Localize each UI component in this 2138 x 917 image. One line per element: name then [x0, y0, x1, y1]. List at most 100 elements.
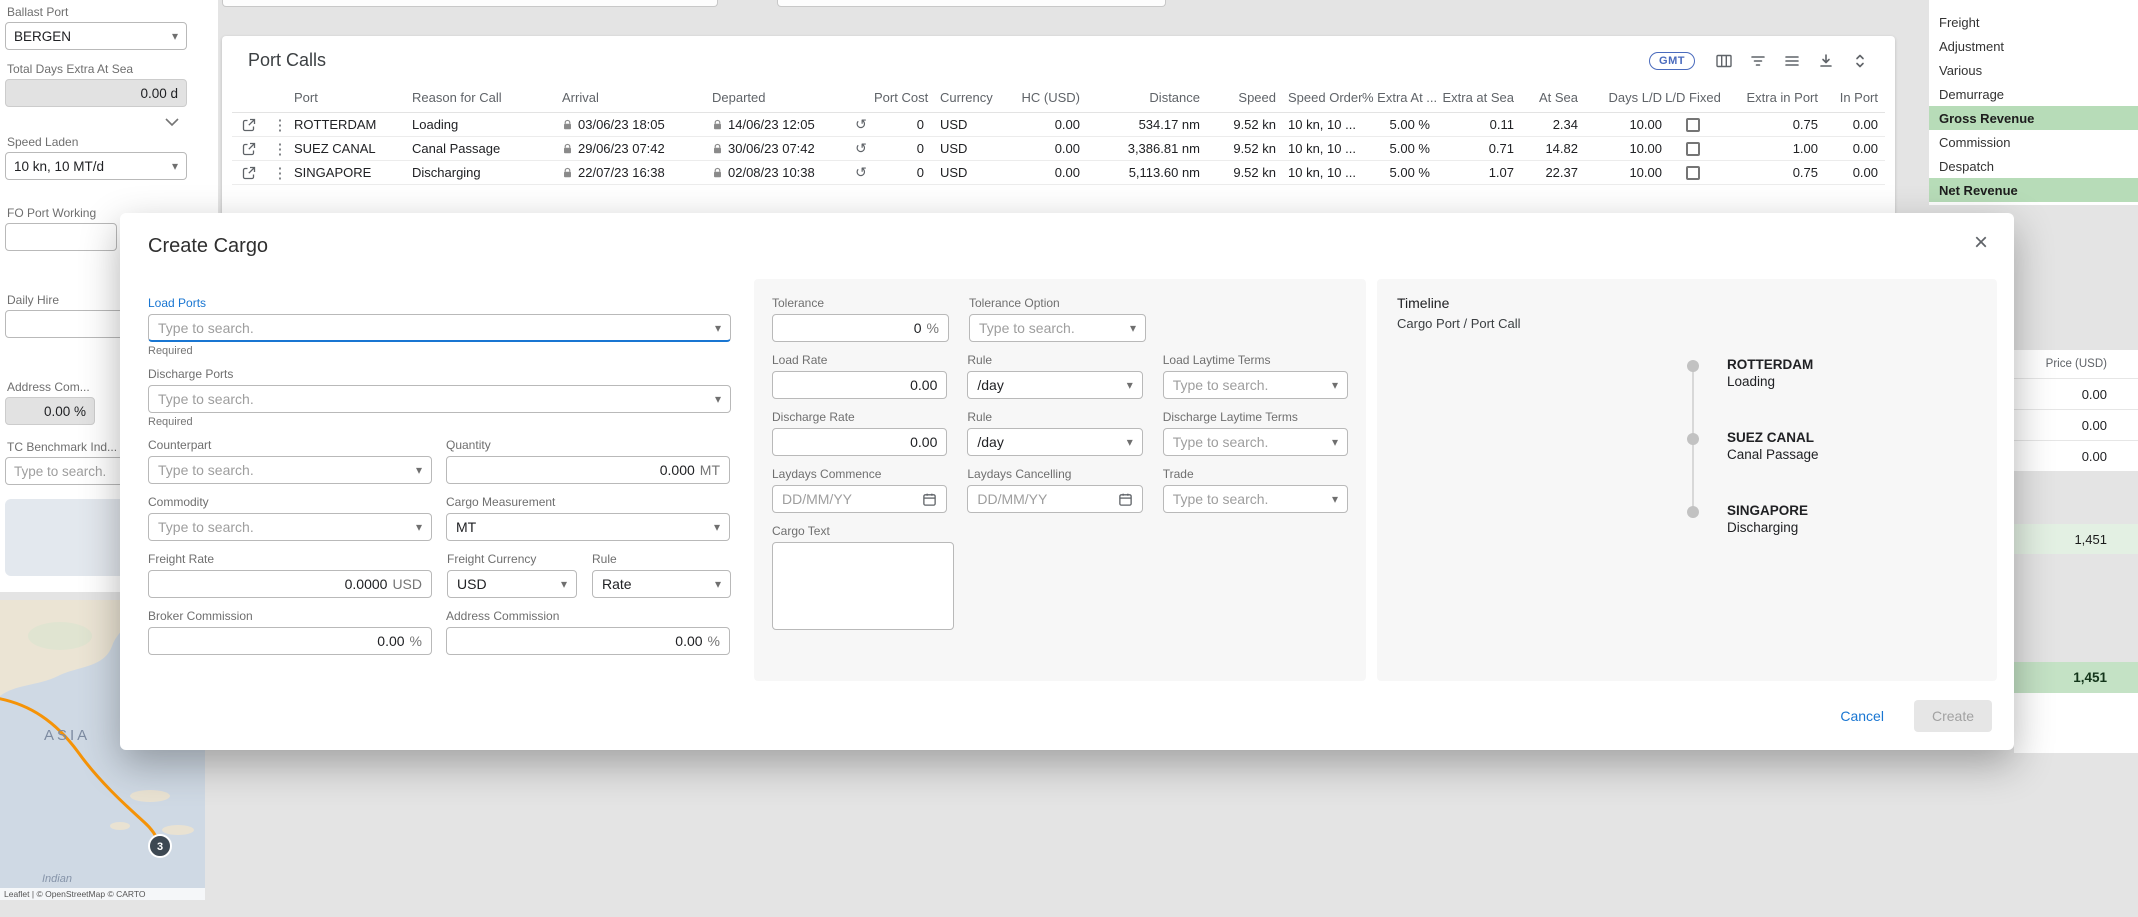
hc-cell[interactable]: 0.00 — [1004, 117, 1080, 132]
close-icon[interactable]: × — [1974, 231, 1988, 255]
col-hc[interactable]: HC (USD) — [1004, 90, 1080, 105]
calendar-icon[interactable] — [1118, 492, 1133, 507]
col-distance[interactable]: Distance — [1080, 90, 1200, 105]
row-menu-icon[interactable]: ⋮ — [266, 164, 294, 182]
revenue-list-item[interactable]: Freight — [1929, 10, 2138, 34]
speed-laden-select[interactable]: 10 kn, 10 MT/d ▾ — [5, 152, 187, 180]
ballast-port-select[interactable]: BERGEN ▾ — [5, 22, 187, 50]
table-row[interactable]: ⋮ ROTTERDAM Loading 03/06/23 18:05 14/06… — [232, 113, 1885, 137]
pct-extra-cell[interactable]: 5.00 % — [1362, 141, 1430, 156]
load-laytime-input[interactable]: Type to search. ▾ — [1163, 371, 1348, 399]
ld-fixed-checkbox[interactable] — [1686, 118, 1700, 132]
freight-rate-input[interactable]: 0.0000 USD — [148, 570, 432, 598]
departed-cell[interactable]: 14/06/23 12:05 — [712, 117, 848, 132]
pct-extra-cell[interactable]: 5.00 % — [1362, 117, 1430, 132]
port-cost-cell[interactable]: 0 — [874, 165, 924, 180]
row-menu-icon[interactable]: ⋮ — [266, 140, 294, 158]
ld-fixed-cell[interactable] — [1662, 118, 1724, 132]
ld-fixed-checkbox[interactable] — [1686, 166, 1700, 180]
days-ld-cell[interactable]: 10.00 — [1578, 165, 1662, 180]
history-icon[interactable]: ↺ — [848, 140, 874, 157]
freight-rule-select[interactable]: Rate ▾ — [592, 570, 731, 598]
col-pct-extra[interactable]: % Extra At ... — [1362, 90, 1430, 105]
col-reason[interactable]: Reason for Call — [412, 90, 562, 105]
days-ld-cell[interactable]: 10.00 — [1578, 117, 1662, 132]
pct-extra-cell[interactable]: 5.00 % — [1362, 165, 1430, 180]
cancel-button[interactable]: Cancel — [1840, 708, 1884, 724]
history-icon[interactable]: ↺ — [848, 164, 874, 181]
currency-cell[interactable]: USD — [924, 165, 1004, 180]
cargo-measurement-select[interactable]: MT ▾ — [446, 513, 730, 541]
speed-order-cell[interactable]: 10 kn, 10 ... — [1276, 117, 1362, 132]
open-row-icon[interactable] — [232, 118, 266, 132]
collapse-chevron-icon[interactable] — [165, 115, 179, 129]
departed-cell[interactable]: 30/06/23 07:42 — [712, 141, 848, 156]
price-cell[interactable]: 0.00 — [2014, 409, 2138, 440]
arrival-cell[interactable]: 03/06/23 18:05 — [562, 117, 712, 132]
col-currency[interactable]: Currency — [924, 90, 1004, 105]
col-at-sea[interactable]: At Sea — [1514, 90, 1578, 105]
row-menu-icon[interactable]: ⋮ — [266, 116, 294, 134]
table-row[interactable]: ⋮ SUEZ CANAL Canal Passage 29/06/23 07:4… — [232, 137, 1885, 161]
commodity-input[interactable]: Type to search. ▾ — [148, 513, 432, 541]
open-row-icon[interactable] — [232, 142, 266, 156]
port-cost-cell[interactable]: 0 — [874, 141, 924, 156]
table-row[interactable]: ⋮ SINGAPORE Discharging 22/07/23 16:38 0… — [232, 161, 1885, 185]
calendar-icon[interactable] — [922, 492, 937, 507]
load-ports-input[interactable]: Type to search. ▾ — [148, 314, 731, 342]
arrival-cell[interactable]: 22/07/23 16:38 — [562, 165, 712, 180]
col-speed[interactable]: Speed — [1200, 90, 1276, 105]
address-commission-input[interactable]: 0.00 % — [446, 627, 730, 655]
tolerance-option-input[interactable]: Type to search. ▾ — [969, 314, 1146, 342]
extra-in-port-cell[interactable]: 0.75 — [1724, 165, 1818, 180]
currency-cell[interactable]: USD — [924, 141, 1004, 156]
revenue-list-item[interactable]: Gross Revenue — [1929, 106, 2138, 130]
open-row-icon[interactable] — [232, 166, 266, 180]
col-in-port[interactable]: In Port — [1818, 90, 1878, 105]
price-cell[interactable]: 0.00 — [2014, 378, 2138, 409]
days-ld-cell[interactable]: 10.00 — [1578, 141, 1662, 156]
freight-currency-select[interactable]: USD ▾ — [447, 570, 577, 598]
counterpart-input[interactable]: Type to search. ▾ — [148, 456, 432, 484]
ld-fixed-cell[interactable] — [1662, 166, 1724, 180]
col-speed-order[interactable]: Speed Order — [1276, 90, 1362, 105]
price-cell[interactable]: 0.00 — [2014, 440, 2138, 471]
revenue-list-item[interactable]: Adjustment — [1929, 34, 2138, 58]
col-days-ld[interactable]: Days L/D — [1578, 90, 1662, 105]
arrival-cell[interactable]: 29/06/23 07:42 — [562, 141, 712, 156]
cargo-text-textarea[interactable] — [772, 542, 954, 630]
rows-icon[interactable] — [1783, 52, 1801, 70]
discharge-ports-input[interactable]: Type to search. ▾ — [148, 385, 731, 413]
col-departed[interactable]: Departed — [712, 90, 848, 105]
unfold-icon[interactable] — [1851, 52, 1869, 70]
fo-port-working-input[interactable] — [5, 223, 117, 251]
gmt-badge[interactable]: GMT — [1649, 52, 1695, 70]
laydays-commence-input[interactable]: DD/MM/YY — [772, 485, 947, 513]
extra-in-port-cell[interactable]: 1.00 — [1724, 141, 1818, 156]
col-extra-in-port[interactable]: Extra in Port — [1724, 90, 1818, 105]
create-button[interactable]: Create — [1914, 700, 1992, 732]
hc-cell[interactable]: 0.00 — [1004, 141, 1080, 156]
load-rule-select[interactable]: /day ▾ — [967, 371, 1142, 399]
discharge-rate-input[interactable]: 0.00 — [772, 428, 947, 456]
departed-cell[interactable]: 02/08/23 10:38 — [712, 165, 848, 180]
col-extra-at-sea[interactable]: Extra at Sea — [1430, 90, 1514, 105]
port-cost-cell[interactable]: 0 — [874, 117, 924, 132]
revenue-list-item[interactable]: Despatch — [1929, 154, 2138, 178]
discharge-rule-select[interactable]: /day ▾ — [967, 428, 1142, 456]
col-port-cost[interactable]: Port Cost — [874, 90, 924, 105]
broker-commission-input[interactable]: 0.00 % — [148, 627, 432, 655]
load-rate-input[interactable]: 0.00 — [772, 371, 947, 399]
ld-fixed-cell[interactable] — [1662, 142, 1724, 156]
col-arrival[interactable]: Arrival — [562, 90, 712, 105]
revenue-list-item[interactable]: Net Revenue — [1929, 178, 2138, 202]
discharge-laytime-input[interactable]: Type to search. ▾ — [1163, 428, 1348, 456]
trade-input[interactable]: Type to search. ▾ — [1163, 485, 1348, 513]
view-columns-icon[interactable] — [1715, 52, 1733, 70]
revenue-list-item[interactable]: Commission — [1929, 130, 2138, 154]
extra-in-port-cell[interactable]: 0.75 — [1724, 117, 1818, 132]
revenue-list-item[interactable]: Demurrage — [1929, 82, 2138, 106]
speed-order-cell[interactable]: 10 kn, 10 ... — [1276, 165, 1362, 180]
col-port[interactable]: Port — [294, 90, 412, 105]
speed-order-cell[interactable]: 10 kn, 10 ... — [1276, 141, 1362, 156]
